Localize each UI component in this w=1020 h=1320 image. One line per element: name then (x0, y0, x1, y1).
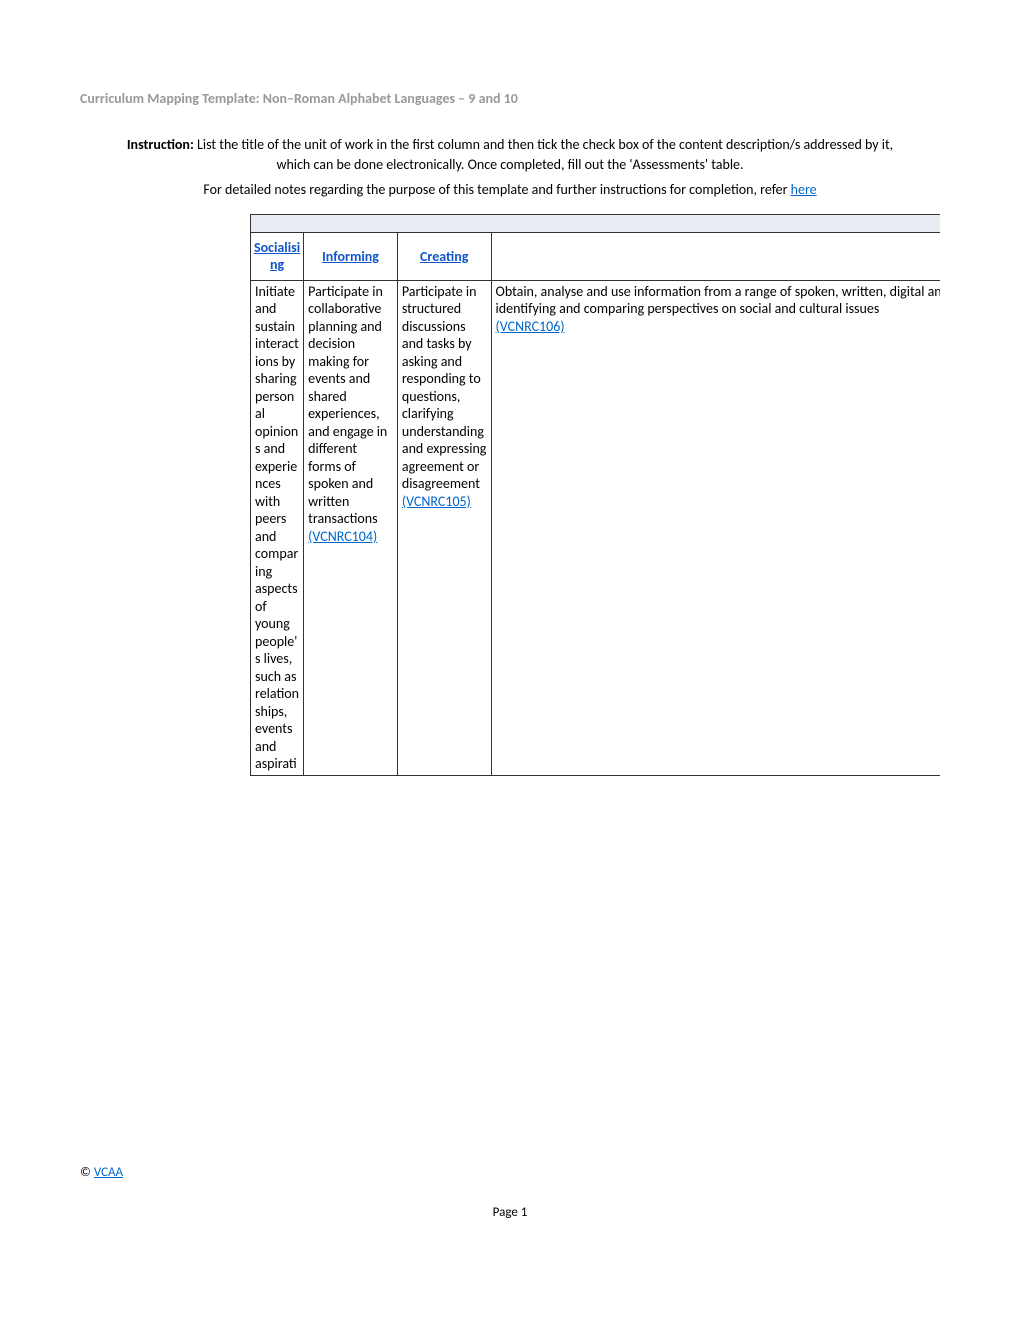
vcaa-link[interactable]: VCAA (94, 1165, 123, 1180)
cell-socialising: Initiate and sustain interactions by sha… (251, 280, 304, 775)
here-link[interactable]: here (791, 181, 817, 198)
instruction-label: Instruction: (127, 136, 194, 153)
table-row: Initiate and sustain interactions by sha… (251, 280, 941, 775)
header-informing: Informing (304, 232, 398, 280)
cell-text: Participate in collaborative planning an… (308, 283, 387, 528)
cell-text: Participate in structured discussions an… (402, 283, 487, 493)
instruction-line2-prefix: For detailed notes regarding the purpose… (203, 181, 790, 198)
header-blank1 (491, 232, 940, 280)
cell-text: Initiate and sustain interactions by sha… (255, 283, 299, 773)
curriculum-table-wrap: Socialising Informing Creating Initiate … (80, 214, 940, 776)
instruction-line2: For detailed notes regarding the purpose… (80, 180, 940, 200)
code-link-vcnrc104[interactable]: (VCNRC104) (308, 528, 377, 545)
instruction-text: Instruction: List the title of the unit … (80, 135, 940, 174)
code-link-vcnrc105[interactable]: (VCNRC105) (402, 493, 471, 510)
table-header-row: Socialising Informing Creating (251, 232, 941, 280)
curriculum-table: Socialising Informing Creating Initiate … (250, 214, 940, 776)
footer-copyright: © VCAA (80, 1165, 123, 1180)
instruction-line1: List the title of the unit of work in th… (197, 136, 893, 173)
cell-informing-2: Participate in structured discussions an… (397, 280, 491, 775)
code-link-vcnrc106[interactable]: (VCNRC106) (496, 318, 565, 335)
cell-creating-1: Obtain, analyse and use information from… (491, 280, 940, 775)
footer-page-number: Page 1 (0, 1205, 1020, 1220)
header-socialising: Socialising (251, 232, 304, 280)
document-title: Curriculum Mapping Template: Non–Roman A… (80, 90, 940, 107)
copyright-symbol: © (80, 1165, 91, 1180)
table-top-row (251, 214, 941, 232)
cell-text: Obtain, analyse and use information from… (496, 283, 940, 318)
cell-informing-1: Participate in collaborative planning an… (304, 280, 398, 775)
header-creating: Creating (397, 232, 491, 280)
